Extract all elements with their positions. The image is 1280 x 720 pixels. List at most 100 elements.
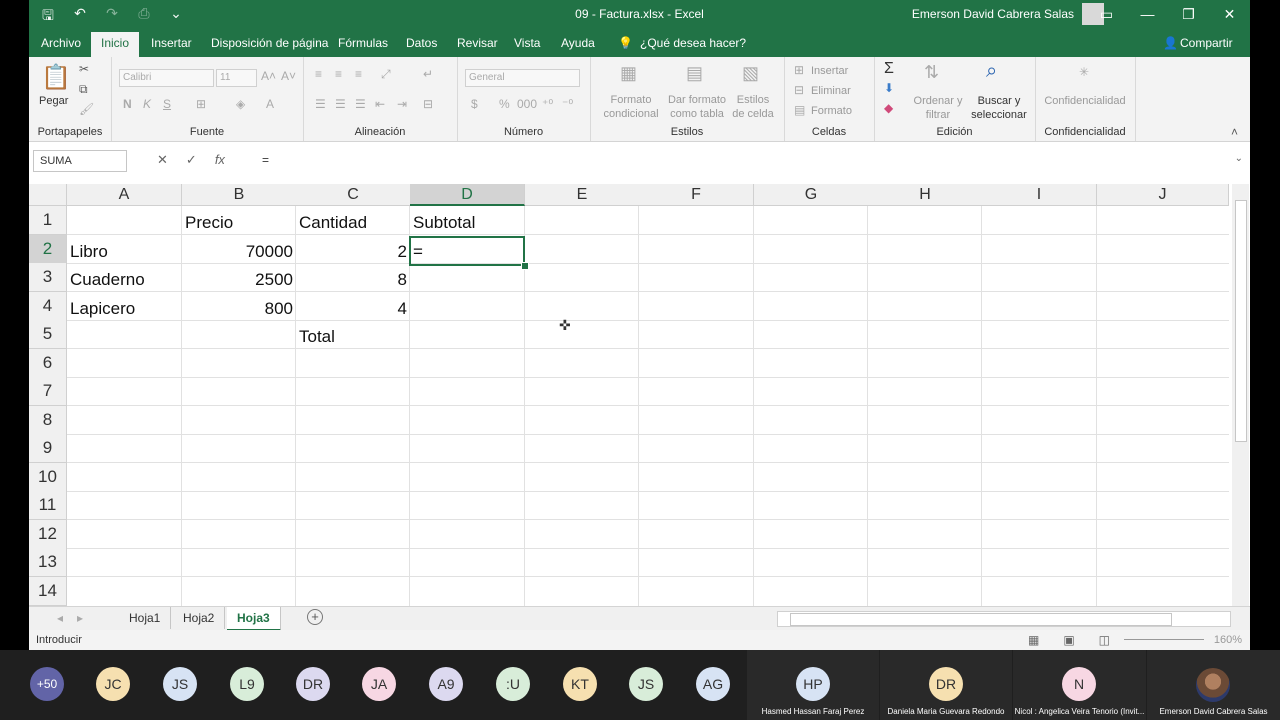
font-color-icon[interactable]: A: [266, 97, 274, 111]
share-button[interactable]: Compartir: [1180, 36, 1233, 50]
share-icon[interactable]: 👤: [1163, 36, 1178, 50]
row-header-4[interactable]: 4: [29, 292, 67, 321]
column-header-f[interactable]: F: [639, 184, 754, 206]
row-header-5[interactable]: 5: [29, 320, 67, 349]
percent-button[interactable]: %: [499, 97, 510, 111]
participant-avatar[interactable]: :U: [496, 667, 530, 701]
fill-icon[interactable]: ⬇: [884, 81, 894, 95]
more-participants-badge[interactable]: +50: [30, 667, 64, 701]
row-header-8[interactable]: 8: [29, 406, 67, 435]
copy-icon[interactable]: ⧉: [79, 82, 88, 97]
align-middle-icon[interactable]: ≡: [335, 67, 342, 81]
cell-c4[interactable]: 4: [296, 294, 410, 322]
shrink-font-icon[interactable]: A˅: [281, 69, 296, 83]
formula-input[interactable]: =: [262, 153, 269, 167]
column-header-i[interactable]: I: [982, 184, 1097, 206]
participant-tile[interactable]: Emerson David Cabrera Salas: [1147, 650, 1280, 720]
sheet-tab-hoja3[interactable]: Hoja3: [227, 607, 281, 631]
participant-avatar[interactable]: JS: [163, 667, 197, 701]
grow-font-icon[interactable]: A˄: [261, 69, 276, 83]
merge-icon[interactable]: ⊟: [423, 97, 433, 111]
tab-vista[interactable]: Vista: [514, 36, 540, 50]
find-select-button[interactable]: Buscar y seleccionar: [966, 94, 1032, 122]
tab-revisar[interactable]: Revisar: [457, 36, 498, 50]
tell-me-box[interactable]: ¿Qué desea hacer?: [640, 36, 746, 50]
sheet-tab-hoja1[interactable]: Hoja1: [119, 607, 172, 629]
font-name-box[interactable]: Calibri: [119, 69, 214, 87]
sensitivity-button[interactable]: Confidencialidad: [1039, 94, 1131, 108]
vertical-scroll-thumb[interactable]: [1235, 200, 1247, 442]
column-header-a[interactable]: A: [67, 184, 182, 206]
cell-styles-icon[interactable]: ▧: [742, 63, 759, 84]
row-header-6[interactable]: 6: [29, 349, 67, 378]
format-as-table-icon[interactable]: ▤: [686, 63, 703, 84]
sensitivity-icon[interactable]: ✳: [1079, 65, 1089, 79]
participant-tile[interactable]: N Nicol : Angelica Veira Tenorio (Invit.…: [1013, 650, 1146, 720]
align-top-icon[interactable]: ≡: [315, 67, 322, 81]
row-header-2[interactable]: 2: [29, 235, 67, 264]
format-painter-icon[interactable]: 🖌: [79, 102, 94, 116]
sort-filter-icon[interactable]: ⇅: [924, 62, 939, 83]
zoom-level[interactable]: 160%: [1214, 634, 1242, 646]
row-header-3[interactable]: 3: [29, 263, 67, 292]
align-right-icon[interactable]: ☰: [355, 97, 366, 111]
increase-indent-icon[interactable]: ⇥: [397, 97, 407, 111]
column-header-j[interactable]: J: [1097, 184, 1229, 206]
paste-button[interactable]: Pegar: [39, 94, 68, 108]
horizontal-scroll-thumb[interactable]: [790, 613, 1172, 626]
cell-a4[interactable]: Lapicero: [67, 294, 181, 322]
cell-styles-button[interactable]: Estilos de celda: [730, 93, 776, 121]
fill-handle[interactable]: [521, 262, 529, 270]
cell-c1[interactable]: Cantidad: [296, 208, 410, 236]
vertical-scrollbar[interactable]: [1232, 184, 1249, 606]
tab-archivo[interactable]: Archivo: [41, 36, 81, 50]
participant-avatar[interactable]: A9: [429, 667, 463, 701]
cell-a2[interactable]: Libro: [67, 237, 181, 265]
font-size-box[interactable]: 11: [216, 69, 257, 87]
tab-disposicion[interactable]: Disposición de página: [211, 36, 328, 50]
sheet-tab-hoja2[interactable]: Hoja2: [173, 607, 226, 629]
cell-a3[interactable]: Cuaderno: [67, 265, 181, 293]
decrease-decimal-icon[interactable]: ⁻⁰: [562, 97, 573, 111]
insert-function-icon[interactable]: fx: [215, 152, 225, 168]
participant-tile[interactable]: HP Hasmed Hassan Faraj Perez: [747, 650, 879, 720]
wrap-text-icon[interactable]: ↵: [423, 67, 433, 81]
align-center-icon[interactable]: ☰: [335, 97, 346, 111]
conditional-format-button[interactable]: Formato condicional: [596, 93, 666, 121]
close-icon[interactable]: ✕: [1209, 0, 1250, 30]
format-cells-button[interactable]: Formato: [811, 104, 852, 118]
column-header-h[interactable]: H: [868, 184, 983, 206]
cell-b2[interactable]: 70000: [182, 237, 296, 265]
row-header-1[interactable]: 1: [29, 206, 67, 235]
select-all-button[interactable]: [29, 184, 67, 206]
row-header-13[interactable]: 13: [29, 548, 67, 577]
paste-icon[interactable]: 📋: [41, 63, 71, 92]
collapse-ribbon-icon[interactable]: ˄: [1231, 125, 1238, 139]
delete-cells-button[interactable]: Eliminar: [811, 84, 851, 98]
conditional-format-icon[interactable]: ▦: [620, 63, 637, 84]
participant-avatar[interactable]: L9: [230, 667, 264, 701]
column-header-d[interactable]: D: [410, 184, 525, 206]
find-icon[interactable]: ⌕: [986, 60, 997, 83]
tab-inicio[interactable]: Inicio: [91, 32, 140, 57]
bold-button[interactable]: N: [123, 97, 132, 111]
page-break-icon[interactable]: ◫: [1099, 633, 1110, 647]
number-format-box[interactable]: General: [465, 69, 580, 87]
column-header-g[interactable]: G: [754, 184, 869, 206]
format-cells-icon[interactable]: ▤: [794, 103, 805, 117]
cut-icon[interactable]: ✂: [79, 62, 89, 76]
tab-ayuda[interactable]: Ayuda: [561, 36, 595, 50]
autosum-icon[interactable]: Σ: [884, 60, 894, 78]
tab-formulas[interactable]: Fórmulas: [338, 36, 388, 50]
sort-filter-button[interactable]: Ordenar y filtrar: [910, 94, 966, 122]
new-sheet-icon[interactable]: +: [307, 609, 323, 625]
participant-avatar[interactable]: AG: [696, 667, 730, 701]
orientation-icon[interactable]: ⤢: [381, 67, 391, 82]
participant-avatar[interactable]: KT: [563, 667, 597, 701]
row-header-9[interactable]: 9: [29, 434, 67, 463]
enter-icon[interactable]: ✓: [186, 152, 197, 168]
cell-b1[interactable]: Precio: [182, 208, 296, 236]
thousands-button[interactable]: 000: [517, 97, 537, 111]
column-header-e[interactable]: E: [525, 184, 640, 206]
align-bottom-icon[interactable]: ≡: [355, 67, 362, 81]
